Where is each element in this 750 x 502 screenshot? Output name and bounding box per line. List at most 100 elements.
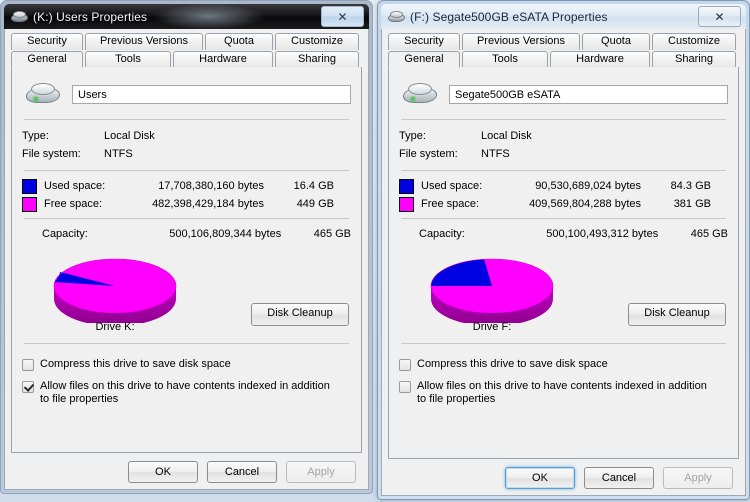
free-space-bytes: 409,569,804,288 bytes — [529, 198, 641, 210]
used-space-swatch — [399, 178, 414, 194]
type-label: Type: — [399, 130, 426, 142]
tab-tools[interactable]: Tools — [85, 51, 171, 68]
tab-previous-versions[interactable]: Previous Versions — [462, 33, 580, 50]
pie-svg — [430, 258, 554, 326]
options-block: Compress this drive to save disk space A… — [399, 358, 728, 406]
tab-hardware[interactable]: Hardware — [550, 51, 650, 68]
window-title: (F:) Segate500GB eSATA Properties — [410, 9, 608, 24]
tab-row-upper: Security Previous Versions Quota Customi… — [11, 33, 362, 50]
divider — [24, 218, 349, 219]
tab-row-upper: Security Previous Versions Quota Customi… — [388, 33, 739, 50]
tab-general[interactable]: General — [11, 51, 83, 68]
pie-chart-area: Drive K: Disk Cleanup — [22, 247, 351, 335]
filesystem-label: File system: — [399, 148, 458, 160]
window-users-k: (K:) Users Properties ✕ Security Previou… — [0, 0, 373, 494]
tab-tools[interactable]: Tools — [462, 51, 548, 68]
capacity-gb: 465 GB — [690, 228, 729, 240]
compress-drive-checkbox[interactable] — [22, 359, 34, 371]
apply-button: Apply — [286, 461, 356, 483]
pie-chart-area: Drive F: Disk Cleanup — [399, 247, 728, 335]
drive-icon — [387, 10, 406, 23]
free-space-row: Free space: 482,398,429,184 bytes 449 GB — [22, 195, 351, 213]
used-space-gb: 84.3 GB — [670, 180, 711, 192]
space-table: Used space: 90,530,689,024 bytes 84.3 GB… — [399, 177, 728, 213]
tab-row-lower: General Tools Hardware Sharing — [388, 50, 739, 68]
info-row-type: Type: Local Disk — [399, 127, 728, 145]
pie-svg — [53, 258, 177, 326]
volume-name-row: Users — [22, 67, 351, 115]
capacity-bytes: 500,100,493,312 bytes — [546, 228, 659, 240]
compress-option-row: Compress this drive to save disk space — [22, 358, 351, 371]
compress-drive-label: Compress this drive to save disk space — [417, 358, 608, 370]
hard-drive-icon — [401, 82, 439, 106]
close-icon[interactable]: ✕ — [698, 6, 741, 27]
disk-usage-pie-chart — [50, 249, 180, 326]
used-space-label: Used space: — [44, 180, 106, 192]
index-option-row: Allow files on this drive to have conten… — [22, 380, 351, 406]
index-option-row: Allow files on this drive to have conten… — [399, 380, 728, 406]
used-space-row: Used space: 90,530,689,024 bytes 84.3 GB — [399, 177, 728, 195]
divider — [24, 119, 349, 120]
free-space-gb: 381 GB — [673, 198, 711, 210]
divider — [24, 170, 349, 171]
pie-caption: Drive F: — [472, 321, 512, 333]
options-block: Compress this drive to save disk space A… — [22, 358, 351, 406]
tab-quota[interactable]: Quota — [205, 33, 273, 50]
cancel-button[interactable]: Cancel — [584, 467, 654, 489]
tab-customize[interactable]: Customize — [652, 33, 736, 50]
close-icon[interactable]: ✕ — [321, 6, 364, 27]
tab-customize[interactable]: Customize — [275, 33, 359, 50]
titlebar-users-k[interactable]: (K:) Users Properties ✕ — [4, 4, 369, 29]
apply-button: Apply — [663, 467, 733, 489]
volume-label-input[interactable]: Segate500GB eSATA — [449, 84, 728, 104]
drive-info-block: Type: Local Disk File system: NTFS — [22, 127, 351, 163]
disk-cleanup-button[interactable]: Disk Cleanup — [251, 303, 349, 326]
ok-button[interactable]: OK — [505, 467, 575, 489]
dialog-buttons: OK Cancel Apply — [5, 461, 368, 483]
disk-cleanup-button[interactable]: Disk Cleanup — [628, 303, 726, 326]
used-space-bytes: 17,708,380,160 bytes — [158, 180, 264, 192]
used-space-bytes: 90,530,689,024 bytes — [535, 180, 641, 192]
free-space-gb: 449 GB — [296, 198, 334, 210]
used-space-gb: 16.4 GB — [293, 180, 334, 192]
tab-general[interactable]: General — [388, 51, 460, 68]
titlebar-segate-f[interactable]: (F:) Segate500GB eSATA Properties ✕ — [381, 4, 746, 29]
allow-indexing-checkbox[interactable] — [399, 381, 411, 393]
tab-sharing[interactable]: Sharing — [275, 51, 359, 68]
drive-info-block: Type: Local Disk File system: NTFS — [399, 127, 728, 163]
allow-indexing-label: Allow files on this drive to have conten… — [417, 380, 707, 405]
divider — [401, 170, 726, 171]
capacity-label: Capacity: — [42, 228, 88, 240]
tab-sharing[interactable]: Sharing — [652, 51, 736, 68]
capacity-row: Capacity: 500,106,809,344 bytes 465 GB — [22, 225, 351, 243]
pie-caption: Drive K: — [95, 321, 135, 333]
tab-hardware[interactable]: Hardware — [173, 51, 273, 68]
info-row-type: Type: Local Disk — [22, 127, 351, 145]
free-space-swatch — [399, 196, 414, 212]
tabstrip: Security Previous Versions Quota Customi… — [5, 29, 368, 68]
allow-indexing-checkbox[interactable] — [22, 381, 34, 393]
tab-previous-versions[interactable]: Previous Versions — [85, 33, 203, 50]
divider — [401, 343, 726, 344]
capacity-gb: 465 GB — [313, 228, 352, 240]
divider — [401, 119, 726, 120]
tab-quota[interactable]: Quota — [582, 33, 650, 50]
compress-drive-checkbox[interactable] — [399, 359, 411, 371]
filesystem-label: File system: — [22, 148, 81, 160]
free-space-row: Free space: 409,569,804,288 bytes 381 GB — [399, 195, 728, 213]
hard-drive-icon — [24, 82, 62, 106]
divider — [24, 343, 349, 344]
type-value: Local Disk — [104, 130, 155, 142]
capacity-bytes: 500,106,809,344 bytes — [169, 228, 282, 240]
free-space-label: Free space: — [421, 198, 480, 210]
volume-label-input[interactable]: Users — [72, 84, 351, 104]
client-area-users-k: Security Previous Versions Quota Customi… — [4, 29, 369, 490]
ok-button[interactable]: OK — [128, 461, 198, 483]
volume-name-row: Segate500GB eSATA — [399, 67, 728, 115]
cancel-button[interactable]: Cancel — [207, 461, 277, 483]
capacity-row: Capacity: 500,100,493,312 bytes 465 GB — [399, 225, 728, 243]
tabstrip: Security Previous Versions Quota Customi… — [382, 29, 745, 68]
tab-security[interactable]: Security — [11, 33, 83, 50]
tab-security[interactable]: Security — [388, 33, 460, 50]
allow-indexing-label: Allow files on this drive to have conten… — [40, 380, 330, 405]
